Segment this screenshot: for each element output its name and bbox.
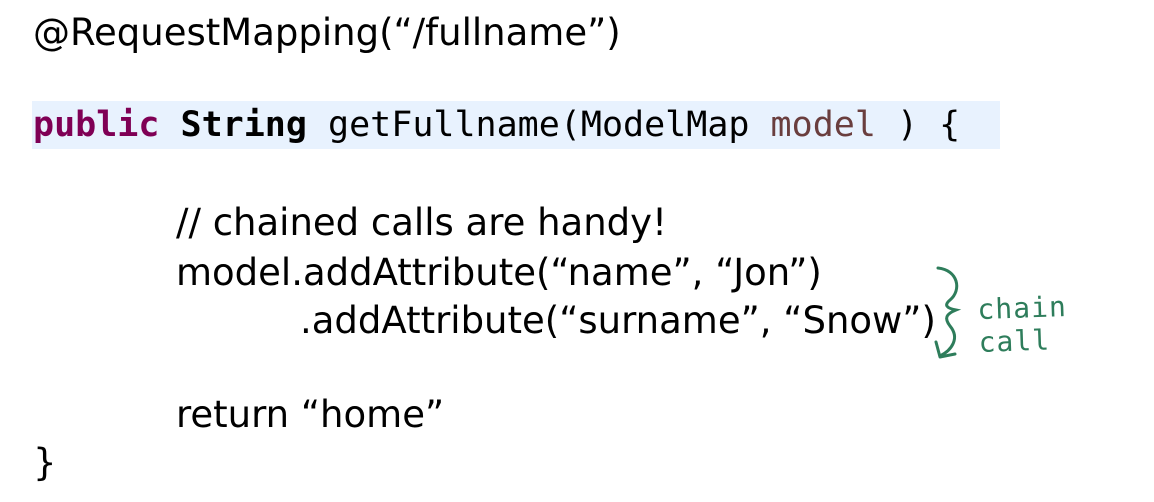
brace-arrow-icon	[934, 266, 962, 359]
code-slide: @RequestMapping(“/fullname”) public Stri…	[0, 0, 1154, 502]
chain-call-note: chain call	[976, 289, 1068, 360]
